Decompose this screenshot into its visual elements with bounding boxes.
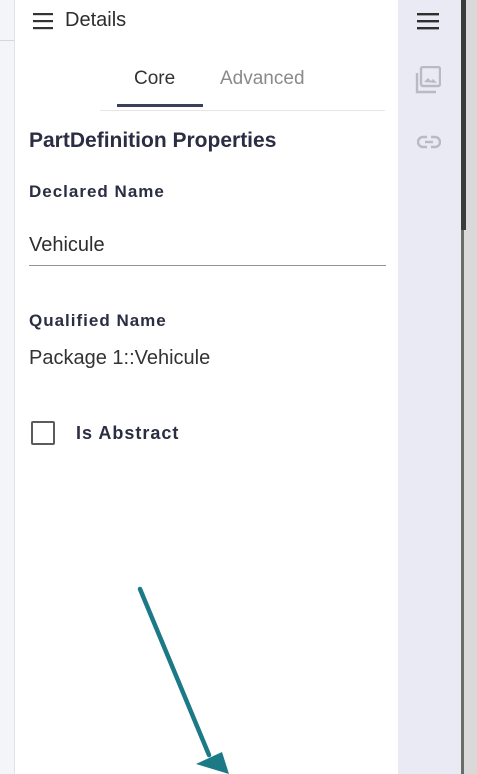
is-abstract-checkbox[interactable] [31, 421, 55, 445]
tab-core[interactable]: Core [134, 67, 175, 91]
tab-advanced[interactable]: Advanced [220, 67, 305, 91]
link-icon[interactable] [417, 132, 441, 152]
left-panel-divider [0, 40, 14, 41]
tab-bar: Core Advanced [100, 66, 385, 111]
left-panel-edge [0, 0, 15, 774]
section-title: PartDefinition Properties [29, 129, 277, 152]
qualified-name-value: Package 1::Vehicule [29, 347, 211, 369]
qualified-name-label: Qualified Name [29, 311, 167, 330]
scrollbar-track [461, 230, 464, 774]
details-header: Details [15, 0, 398, 44]
active-tab-indicator [117, 104, 203, 107]
details-panel: Details Core Advanced PartDefinition Pro… [15, 0, 398, 774]
declared-name-input[interactable] [29, 225, 386, 266]
declared-name-label: Declared Name [29, 182, 165, 201]
details-title: Details [65, 9, 127, 31]
image-gallery-icon[interactable] [415, 66, 441, 94]
hamburger-menu-icon[interactable] [417, 10, 439, 32]
hamburger-menu-icon[interactable] [33, 12, 53, 30]
right-rail [398, 0, 461, 774]
scrollbar[interactable] [461, 0, 477, 774]
scrollbar-thumb[interactable] [461, 0, 466, 230]
is-abstract-label: Is Abstract [76, 423, 180, 443]
